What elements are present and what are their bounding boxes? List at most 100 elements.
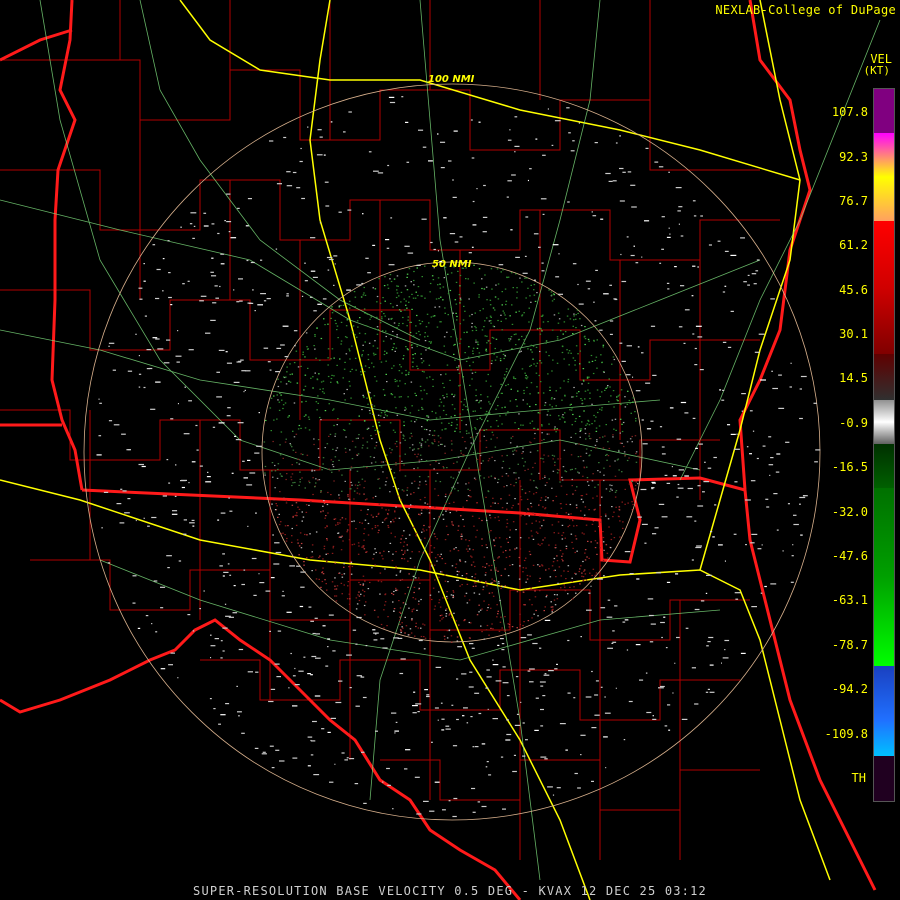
echo-pixel bbox=[597, 411, 599, 414]
echo-pixel bbox=[533, 493, 535, 495]
echo-pixel bbox=[419, 454, 422, 456]
echo-pixel bbox=[405, 346, 407, 348]
echo-pixel bbox=[162, 258, 165, 260]
echo-pixel bbox=[552, 561, 555, 563]
echo-pixel bbox=[350, 397, 352, 399]
echo-pixel bbox=[304, 487, 306, 489]
echo-pixel bbox=[485, 348, 487, 350]
echo-pixel bbox=[389, 274, 392, 276]
echo-pixel bbox=[483, 326, 485, 328]
echo-pixel bbox=[362, 344, 364, 346]
echo-pixel bbox=[127, 370, 133, 372]
echo-pixel bbox=[441, 558, 443, 560]
echo-pixel bbox=[588, 361, 591, 364]
echo-pixel bbox=[647, 598, 654, 600]
echo-pixel bbox=[401, 96, 404, 98]
echo-pixel bbox=[494, 446, 497, 448]
echo-pixel bbox=[565, 545, 568, 547]
echo-pixel bbox=[575, 538, 578, 540]
echo-pixel bbox=[464, 441, 466, 443]
echo-pixel bbox=[395, 462, 397, 464]
echo-pixel bbox=[420, 635, 423, 638]
echo-pixel bbox=[550, 606, 553, 608]
echo-pixel bbox=[393, 521, 395, 523]
echo-pixel bbox=[486, 420, 489, 422]
echo-pixel bbox=[487, 339, 490, 342]
echo-pixel bbox=[419, 442, 421, 444]
echo-pixel bbox=[557, 458, 559, 460]
echo-pixel bbox=[428, 322, 430, 324]
echo-pixel bbox=[606, 386, 609, 388]
echo-pixel bbox=[282, 407, 284, 410]
echo-pixel bbox=[523, 343, 526, 345]
echo-pixel bbox=[501, 467, 504, 469]
echo-pixel bbox=[414, 453, 416, 455]
echo-pixel bbox=[491, 592, 493, 594]
echo-pixel bbox=[468, 298, 470, 300]
echo-pixel bbox=[345, 436, 347, 438]
echo-pixel bbox=[594, 486, 596, 488]
echo-pixel bbox=[401, 489, 404, 491]
echo-pixel bbox=[545, 596, 548, 598]
echo-pixel bbox=[248, 302, 254, 304]
echo-pixel bbox=[592, 372, 595, 375]
echo-pixel bbox=[611, 506, 613, 508]
echo-pixel bbox=[220, 657, 223, 659]
echo-pixel bbox=[318, 373, 320, 375]
echo-pixel bbox=[279, 491, 281, 493]
echo-pixel bbox=[631, 509, 634, 511]
echo-pixel bbox=[333, 480, 335, 482]
echo-pixel bbox=[192, 237, 195, 239]
echo-pixel bbox=[630, 184, 636, 186]
echo-pixel bbox=[485, 410, 488, 413]
echo-pixel bbox=[616, 396, 618, 398]
echo-pixel bbox=[451, 616, 453, 618]
echo-pixel bbox=[354, 334, 356, 336]
echo-pixel bbox=[331, 464, 334, 466]
echo-pixel bbox=[363, 465, 365, 468]
echo-pixel bbox=[620, 389, 623, 391]
echo-pixel bbox=[433, 608, 436, 610]
echo-pixel bbox=[349, 758, 355, 760]
echo-pixel bbox=[348, 539, 351, 541]
echo-pixel bbox=[440, 374, 442, 376]
echo-pixel bbox=[359, 521, 361, 524]
echo-pixel bbox=[534, 432, 536, 435]
echo-pixel bbox=[451, 523, 453, 525]
echo-pixel bbox=[586, 405, 588, 407]
echo-pixel bbox=[610, 533, 613, 535]
echo-pixel bbox=[321, 728, 325, 730]
echo-pixel bbox=[388, 551, 390, 553]
echo-pixel bbox=[512, 287, 514, 289]
echo-pixel bbox=[323, 500, 325, 502]
echo-pixel bbox=[463, 398, 466, 400]
echo-pixel bbox=[404, 406, 407, 408]
echo-pixel bbox=[459, 413, 461, 415]
echo-pixel bbox=[295, 451, 297, 453]
echo-pixel bbox=[593, 339, 595, 341]
echo-pixel bbox=[799, 417, 803, 420]
echo-pixel bbox=[595, 416, 597, 418]
echo-pixel bbox=[237, 711, 242, 713]
echo-pixel bbox=[478, 352, 481, 354]
echo-pixel bbox=[621, 360, 626, 362]
echo-pixel bbox=[444, 452, 446, 454]
echo-pixel bbox=[624, 406, 627, 408]
echo-pixel bbox=[620, 253, 622, 256]
echo-pixel bbox=[758, 333, 765, 335]
echo-pixel bbox=[435, 298, 438, 300]
echo-pixel bbox=[348, 348, 350, 350]
echo-pixel bbox=[426, 503, 429, 505]
echo-pixel bbox=[274, 542, 280, 544]
echo-pixel bbox=[566, 315, 569, 317]
echo-pixel bbox=[369, 392, 371, 394]
echo-pixel bbox=[522, 571, 524, 573]
echo-pixel bbox=[451, 487, 453, 489]
echo-pixel bbox=[459, 431, 461, 433]
echo-pixel bbox=[395, 407, 397, 409]
echo-pixel bbox=[451, 449, 453, 451]
echo-pixel bbox=[442, 286, 445, 288]
echo-pixel bbox=[567, 381, 569, 383]
echo-pixel bbox=[334, 456, 337, 458]
echo-pixel bbox=[562, 333, 564, 335]
